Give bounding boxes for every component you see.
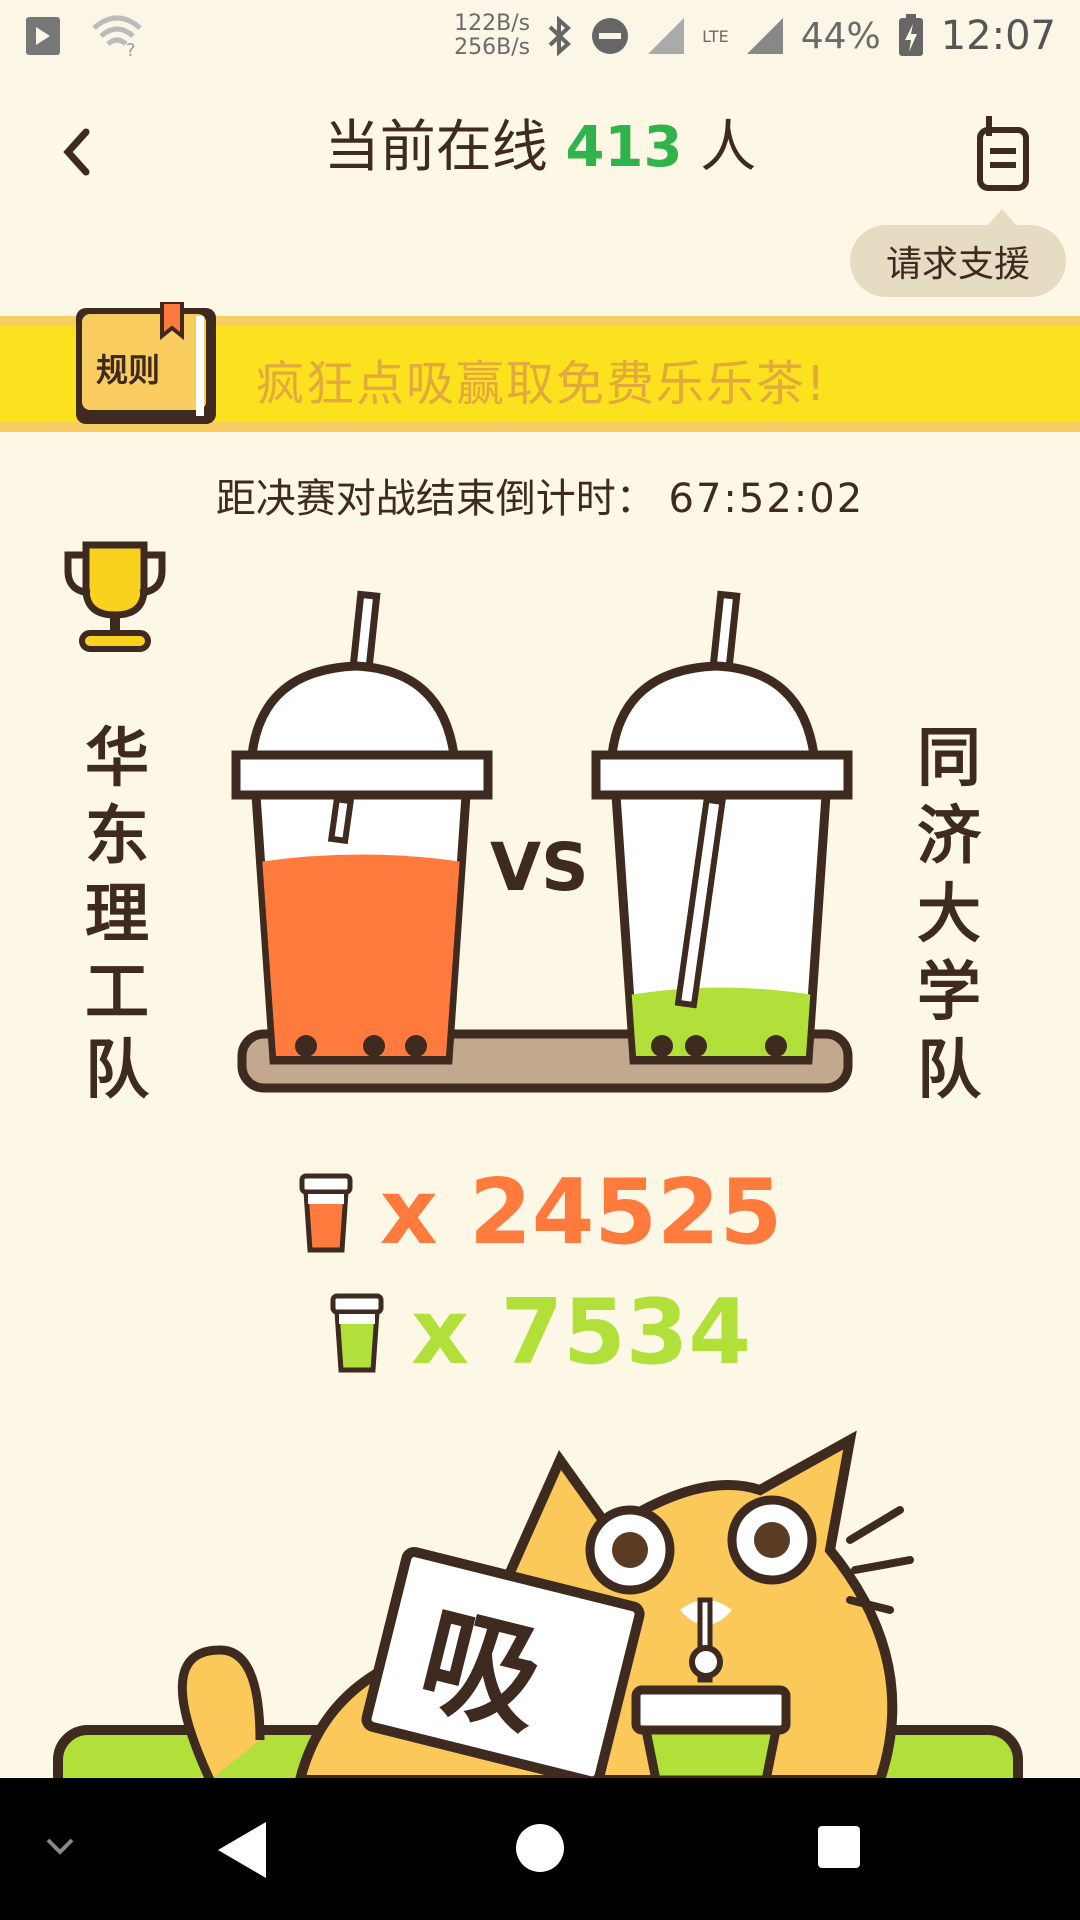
right-cup — [591, 590, 853, 1065]
team-left-name: 华东理工队 — [85, 722, 149, 1108]
battery-percent: 44% — [800, 15, 881, 57]
recents-square-icon[interactable] — [816, 1824, 862, 1870]
trophy-icon — [64, 541, 166, 652]
orange-cup-icon — [299, 1173, 353, 1252]
online-count-title: 当前在线 413 人 — [323, 115, 757, 180]
system-nav-bar — [0, 1778, 1080, 1920]
tea-cups-illustration: VS — [231, 590, 853, 1093]
network-speed: 122B/s 256B/s — [454, 11, 531, 60]
home-circle-icon[interactable] — [514, 1822, 566, 1874]
svg-text:?: ? — [126, 40, 136, 58]
team-right-name: 同济大学队 — [917, 722, 981, 1108]
bluetooth-icon — [548, 16, 572, 56]
app-notification-icon — [26, 17, 60, 55]
left-cup — [231, 590, 493, 1065]
request-support-button[interactable]: 请求支援 — [850, 209, 1066, 297]
clock: 12:07 — [940, 13, 1056, 59]
walkie-talkie-icon[interactable] — [976, 112, 1032, 192]
lte-label: LTE — [702, 26, 729, 46]
left-score: x 24525 — [0, 1160, 1080, 1265]
wifi-unknown-icon: ? — [92, 15, 142, 58]
online-count: 413 — [565, 115, 683, 180]
signal-icon — [648, 18, 685, 54]
left-tea-fill — [262, 854, 460, 1056]
right-score: x 7534 — [0, 1280, 1080, 1385]
left-score-value: 24525 — [469, 1160, 783, 1265]
countdown-label: 距决赛对战结束倒计时： — [215, 476, 656, 522]
countdown-value: 67:52:02 — [668, 476, 865, 522]
top-bar: 当前在线 413 人 — [0, 72, 1080, 202]
vs-label: VS — [490, 829, 589, 906]
do-not-disturb-icon — [592, 18, 629, 54]
banner-text: 疯狂点吸赢取免费乐乐茶! — [256, 356, 828, 412]
cat-mascot-illustration[interactable]: 吸 — [0, 1400, 1080, 1780]
back-triangle-icon[interactable] — [214, 1818, 270, 1882]
rules-label[interactable]: 规则 — [96, 345, 160, 391]
chevron-down-icon[interactable] — [44, 1836, 76, 1858]
right-score-value: 7534 — [500, 1280, 751, 1385]
green-cup-icon — [330, 1293, 384, 1372]
status-bar: ? 122B/s 256B/s LTE 44% 12:07 — [0, 0, 1080, 72]
battery-charging-icon — [898, 14, 923, 56]
countdown: 距决赛对战结束倒计时： 67:52:02 — [0, 466, 1080, 524]
signal-lte-icon — [746, 18, 783, 54]
